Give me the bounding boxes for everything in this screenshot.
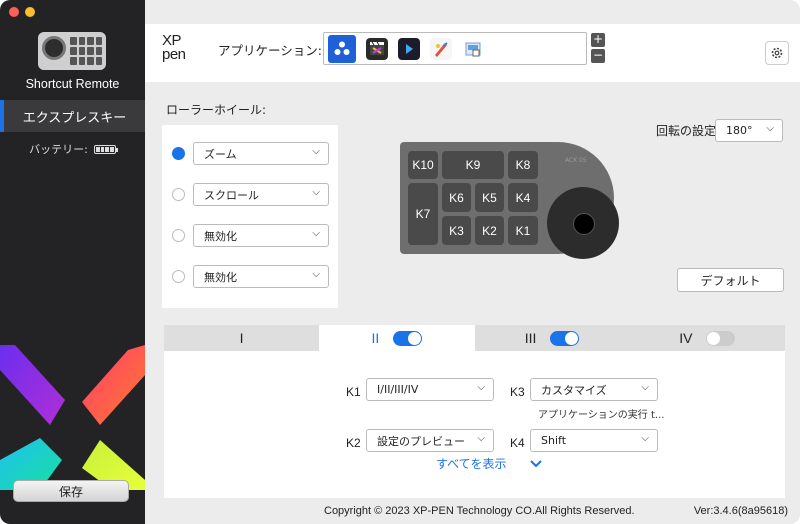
wheel-select-2[interactable]: スクロール ⌵	[193, 183, 329, 206]
k1-select[interactable]: I/II/III/IV ⌵	[366, 378, 494, 401]
battery-icon	[93, 144, 118, 154]
save-button[interactable]: 保存	[13, 480, 129, 502]
remove-app-button[interactable]: −	[591, 49, 605, 63]
device-name: Shortcut Remote	[25, 77, 120, 91]
wheel-radio-1[interactable]	[172, 147, 185, 160]
wheel-radio-4[interactable]	[172, 270, 185, 283]
tab-set-4-toggle[interactable]	[706, 330, 736, 346]
rotation-label: 回転の設定	[656, 124, 717, 138]
final-cut-pro-icon[interactable]	[366, 37, 388, 60]
add-app-button[interactable]: +	[591, 33, 605, 47]
copyright-text: Copyright © 2023 XP-PEN Technology CO.Al…	[324, 505, 635, 517]
key-assignment-panel: K1 I/II/III/IV ⌵ K3 カスタマイズ ⌵ アプリケーションの実行 t…	[164, 351, 785, 498]
wheel-select-4[interactable]: 無効化 ⌵	[193, 265, 329, 288]
device-key-k8[interactable]: K8	[508, 151, 538, 179]
tab-set-1[interactable]: I	[164, 325, 320, 351]
chevron-down-icon: ⌵	[477, 382, 485, 393]
device-key-k4[interactable]: K4	[508, 183, 538, 212]
preview-icon[interactable]	[462, 37, 484, 60]
tab-set-3-toggle[interactable]	[550, 330, 580, 346]
chevron-down-icon: ⌵	[312, 269, 320, 280]
key-set-tabs: I II III IV	[164, 325, 785, 351]
wheel-option-row: ズーム ⌵	[162, 133, 338, 174]
painter-icon[interactable]	[430, 37, 452, 60]
sidebar: Shortcut Remote エクスプレスキー バッテリー: 保存	[0, 0, 145, 524]
all-apps-icon[interactable]	[328, 34, 356, 63]
tab-set-4[interactable]: IV	[629, 325, 785, 351]
chevron-down-icon: ⌵	[312, 187, 320, 198]
application-list	[323, 32, 587, 65]
wheel-option-row: 無効化 ⌵	[162, 256, 338, 297]
footer: Copyright © 2023 XP-PEN Technology CO.Al…	[145, 498, 800, 524]
chevron-down-icon: ⌵	[766, 123, 774, 134]
battery-status: バッテリー:	[0, 141, 145, 157]
chevron-down-icon: ⌵	[641, 382, 649, 393]
xp-pen-logo: XP pen	[162, 32, 186, 63]
wheel-select-1[interactable]: ズーム ⌵	[193, 142, 329, 165]
device-key-k6[interactable]: K6	[442, 183, 471, 212]
settings-button[interactable]	[765, 41, 789, 65]
header: XP pen アプリケーション: + −	[145, 24, 800, 82]
main-panel: ローラーホイール: ズーム ⌵ スクロール ⌵ 無効化 ⌵ 無効化 ⌵ 回転の設定 18…	[145, 82, 800, 498]
application-label: アプリケーション:	[218, 43, 322, 58]
chevron-down-icon: ⌵	[641, 433, 649, 444]
wheel-radio-2[interactable]	[172, 188, 185, 201]
davinci-resolve-icon[interactable]	[398, 37, 420, 60]
k1-label: K1	[346, 385, 361, 399]
k2-select[interactable]: 設定のプレビュー ⌵	[366, 429, 494, 452]
tab-set-2[interactable]: II	[319, 325, 475, 351]
wheel-option-row: 無効化 ⌵	[162, 215, 338, 256]
k3-action-note: アプリケーションの実行 t...	[538, 410, 665, 421]
device-key-k10[interactable]: K10	[408, 151, 438, 179]
wheel-option-row: スクロール ⌵	[162, 174, 338, 215]
tab-set-3[interactable]: III	[474, 325, 630, 351]
gear-icon	[771, 47, 783, 59]
tab-set-2-toggle[interactable]	[393, 330, 423, 346]
device-key-k2[interactable]: K2	[475, 216, 504, 245]
device-key-k1[interactable]: K1	[508, 216, 538, 245]
sidebar-item-express-keys[interactable]: エクスプレスキー	[0, 100, 145, 132]
device-key-k9[interactable]: K9	[442, 151, 504, 179]
k2-label: K2	[346, 436, 361, 450]
k4-select[interactable]: Shift ⌵	[530, 429, 658, 452]
k3-label: K3	[510, 385, 525, 399]
app-window: Shortcut Remote エクスプレスキー バッテリー: 保存 XP pe…	[0, 0, 800, 524]
wheel-select-3[interactable]: 無効化 ⌵	[193, 224, 329, 247]
device-key-k5[interactable]: K5	[475, 183, 504, 212]
device-key-k7[interactable]: K7	[408, 183, 438, 245]
app-add-remove: + −	[591, 33, 605, 63]
wheel-radio-3[interactable]	[172, 229, 185, 242]
k4-label: K4	[510, 436, 525, 450]
close-window-button[interactable]	[9, 7, 19, 17]
roller-wheel-label: ローラーホイール:	[166, 103, 267, 117]
chevron-down-icon	[530, 459, 543, 467]
device-image: K10 K9 K8 K7 K6 K5 K4 K3 K2 K1 ACK 05	[400, 142, 630, 264]
dial-center	[573, 213, 595, 235]
roller-wheel-panel: ズーム ⌵ スクロール ⌵ 無効化 ⌵ 無効化 ⌵	[162, 125, 338, 308]
rotation-select[interactable]: 180° ⌵	[715, 119, 783, 142]
chevron-down-icon: ⌵	[477, 433, 485, 444]
k3-select[interactable]: カスタマイズ ⌵	[530, 378, 658, 401]
xp-pen-logo-decoration	[0, 345, 145, 490]
version-text: Ver:3.4.6(8a95618)	[693, 505, 788, 517]
battery-label: バッテリー:	[29, 143, 88, 156]
device-brand: ACK 05	[565, 157, 587, 164]
default-button[interactable]: デフォルト	[677, 268, 784, 292]
minimize-window-button[interactable]	[25, 7, 35, 17]
window-controls	[9, 7, 35, 17]
show-all-link[interactable]: すべてを表示	[436, 455, 543, 472]
chevron-down-icon: ⌵	[312, 228, 320, 239]
device-thumbnail	[38, 32, 106, 70]
chevron-down-icon: ⌵	[312, 146, 320, 157]
device-key-k3[interactable]: K3	[442, 216, 471, 245]
